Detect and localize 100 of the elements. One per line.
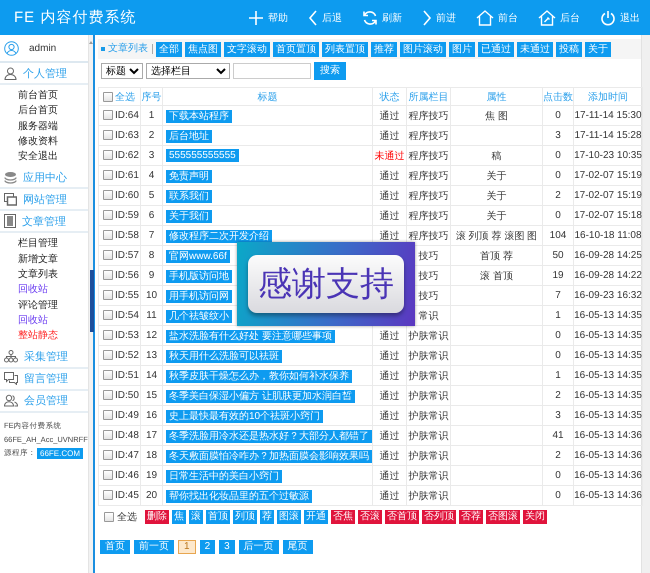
menu-item[interactable]: 修改资料 bbox=[18, 134, 88, 150]
filter-button[interactable]: 未通过 bbox=[517, 42, 553, 56]
checkbox[interactable] bbox=[103, 250, 113, 260]
action-button[interactable]: 滚 bbox=[189, 510, 203, 524]
page-button[interactable]: 1 bbox=[178, 540, 196, 554]
splitter-handle[interactable] bbox=[90, 270, 94, 332]
title-link[interactable]: 联系我们 bbox=[166, 190, 212, 202]
nav-link[interactable]: 退出 bbox=[596, 8, 644, 28]
filter-button[interactable]: 图片 bbox=[449, 42, 475, 56]
checkbox[interactable] bbox=[103, 170, 113, 180]
title-link[interactable]: 冬天敷面膜怕冷咋办？加热面膜会影响效果吗 bbox=[166, 450, 372, 462]
checkbox[interactable] bbox=[103, 470, 113, 480]
nav-link[interactable]: 后退 bbox=[304, 8, 346, 28]
filter-button[interactable]: 全部 bbox=[156, 42, 182, 56]
action-button[interactable]: 关闭 bbox=[523, 510, 547, 524]
action-button[interactable]: 开通 bbox=[304, 510, 328, 524]
page-button[interactable]: 尾页 bbox=[282, 540, 313, 554]
title-link[interactable]: 秋季皮肤干燥怎么办，教你如何补水保养 bbox=[166, 370, 352, 382]
checkbox[interactable] bbox=[103, 310, 113, 320]
checkbox[interactable] bbox=[103, 370, 113, 380]
nav-link[interactable]: 前进 bbox=[418, 8, 460, 28]
checkbox[interactable] bbox=[103, 330, 113, 340]
title-link[interactable]: 日常生活中的美白小窍门 bbox=[166, 470, 282, 482]
checkbox[interactable] bbox=[103, 230, 113, 240]
page-button[interactable]: 首页 bbox=[100, 540, 130, 554]
filter-button[interactable]: 关于 bbox=[585, 42, 611, 56]
menu-item[interactable]: 栏目管理 bbox=[18, 236, 88, 252]
checkbox[interactable] bbox=[103, 290, 113, 300]
title-link[interactable]: 后台地址 bbox=[166, 130, 212, 142]
action-button[interactable]: 否焦 bbox=[331, 510, 355, 524]
category-dropdown[interactable]: 选择栏目 bbox=[146, 63, 230, 79]
action-button[interactable]: 否首顶 bbox=[385, 510, 419, 524]
source-link[interactable]: 66FE.COM bbox=[37, 448, 84, 459]
search-button[interactable]: 搜索 bbox=[314, 62, 346, 80]
title-link[interactable]: 关于我们 bbox=[166, 210, 212, 222]
checkbox[interactable] bbox=[103, 190, 113, 200]
title-link[interactable]: 修改程序二次开发介绍 bbox=[166, 230, 272, 242]
title-link[interactable]: 555555555555 bbox=[166, 149, 239, 162]
title-link[interactable]: 冬季美白保湿小偏方 让肌肤更加水润白皙 bbox=[166, 390, 355, 402]
menu-item[interactable]: 整站静态 bbox=[18, 328, 88, 344]
title-link[interactable]: 官网www.66f bbox=[166, 250, 230, 262]
menu-item[interactable]: 安全退出 bbox=[18, 149, 88, 164]
checkbox[interactable] bbox=[104, 512, 114, 522]
page-button[interactable]: 2 bbox=[200, 540, 216, 554]
field-dropdown[interactable]: 标题 bbox=[101, 63, 143, 79]
checkbox[interactable] bbox=[103, 410, 113, 420]
checkbox[interactable] bbox=[103, 390, 113, 400]
action-button[interactable]: 否图滚 bbox=[486, 510, 520, 524]
menu-item[interactable]: 回收站 bbox=[18, 282, 88, 298]
filter-button[interactable]: 文字滚动 bbox=[224, 42, 270, 56]
checkbox[interactable] bbox=[103, 350, 113, 360]
checkbox[interactable] bbox=[103, 490, 113, 500]
action-button[interactable]: 荐 bbox=[260, 510, 274, 524]
page-button[interactable]: 3 bbox=[219, 540, 235, 554]
nav-link[interactable]: 刷新 bbox=[358, 8, 406, 28]
menu-item[interactable]: 回收站 bbox=[18, 312, 88, 328]
menu-item[interactable]: 服务器端 bbox=[18, 118, 88, 134]
action-button[interactable]: 否滚 bbox=[358, 510, 382, 524]
menu-item[interactable]: 文章列表 bbox=[18, 267, 88, 282]
checkbox[interactable] bbox=[103, 150, 113, 160]
page-button[interactable]: 后一页 bbox=[238, 540, 279, 554]
title-link[interactable]: 史上最快最有效的10个祛斑小窍门 bbox=[166, 410, 324, 422]
checkbox[interactable] bbox=[103, 430, 113, 440]
title-link[interactable]: 盐水洗脸有什么好处 要注意哪些事项 bbox=[166, 330, 335, 342]
page-button[interactable]: 前一页 bbox=[134, 540, 174, 554]
nav-link[interactable]: 前台 bbox=[472, 8, 522, 28]
checkbox[interactable] bbox=[103, 92, 113, 102]
filter-button[interactable]: 已通过 bbox=[478, 42, 514, 56]
nav-link[interactable]: 后台 bbox=[534, 8, 584, 28]
title-link[interactable]: 冬季洗脸用冷水还是热水好？大部分人都错了 bbox=[166, 430, 372, 442]
menu-item[interactable]: 评论管理 bbox=[18, 298, 88, 313]
menu-item[interactable]: 新增文章 bbox=[18, 252, 88, 268]
action-button[interactable]: 删除 bbox=[145, 510, 169, 524]
menu-item[interactable]: 后台首页 bbox=[18, 103, 88, 119]
title-link[interactable]: 免责声明 bbox=[166, 170, 212, 182]
action-button[interactable]: 列顶 bbox=[233, 510, 257, 524]
nav-link[interactable]: 帮助 bbox=[244, 8, 292, 28]
filter-button[interactable]: 列表置顶 bbox=[322, 42, 368, 56]
action-button[interactable]: 否列顶 bbox=[422, 510, 456, 524]
title-link[interactable]: 秋天用什么洗脸可以祛斑 bbox=[166, 350, 282, 362]
menu-item[interactable]: 前台首页 bbox=[18, 88, 88, 104]
filter-button[interactable]: 首页置顶 bbox=[273, 42, 319, 56]
action-button[interactable]: 否荐 bbox=[459, 510, 483, 524]
checkbox[interactable] bbox=[103, 210, 113, 220]
action-button[interactable]: 首顶 bbox=[206, 510, 230, 524]
checkbox[interactable] bbox=[103, 270, 113, 280]
action-button[interactable]: 焦 bbox=[172, 510, 186, 524]
title-link[interactable]: 用手机访问网 bbox=[166, 290, 232, 302]
filter-button[interactable]: 焦点图 bbox=[185, 42, 221, 56]
filter-button[interactable]: 投稿 bbox=[556, 42, 582, 56]
title-link[interactable]: 帮你找出化妆品里的五个过敏源 bbox=[166, 490, 312, 502]
search-field[interactable] bbox=[233, 63, 311, 79]
title-link[interactable]: 下载本站程序 bbox=[166, 110, 232, 122]
checkbox[interactable] bbox=[103, 130, 113, 140]
title-link[interactable]: 手机版访问地 bbox=[166, 270, 232, 282]
checkbox[interactable] bbox=[103, 110, 113, 120]
title-link[interactable]: 几个祛皱纹小 bbox=[166, 310, 232, 322]
filter-button[interactable]: 图片滚动 bbox=[400, 42, 446, 56]
filter-button[interactable]: 推荐 bbox=[371, 42, 397, 56]
action-button[interactable]: 图滚 bbox=[277, 510, 301, 524]
